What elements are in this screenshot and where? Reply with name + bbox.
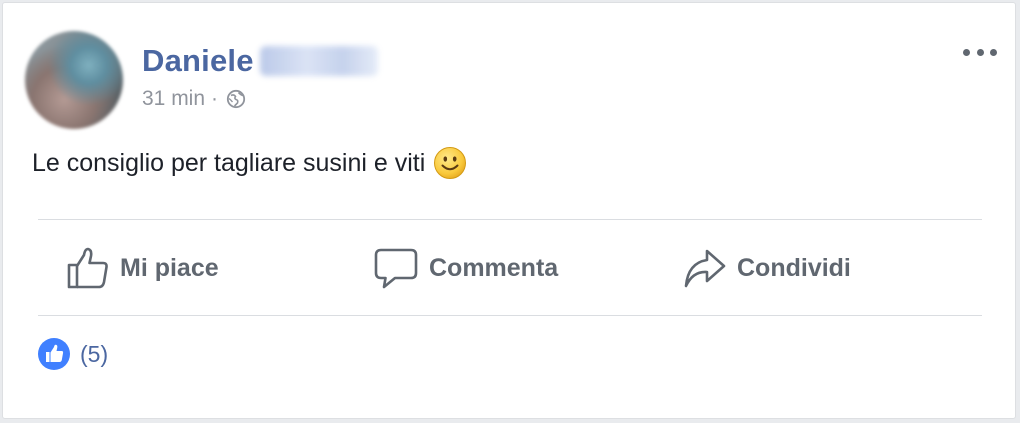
author-name-row[interactable]: Daniele [142, 41, 378, 81]
post-body: Le consiglio per tagliare susini e viti [32, 148, 426, 177]
thumbs-up-icon [67, 247, 108, 289]
post-text: Le consiglio per tagliare susini e viti [32, 146, 467, 180]
comment-label: Commenta [429, 253, 559, 282]
comment-bubble-icon [374, 248, 418, 289]
reactions-summary[interactable]: (5) [37, 337, 108, 371]
more-dot-icon [963, 48, 970, 56]
like-button[interactable]: Mi piace [66, 243, 219, 293]
post-timestamp[interactable]: 31 min [142, 87, 205, 111]
author-name[interactable]: Daniele [142, 43, 254, 79]
like-badge-icon [38, 338, 70, 370]
share-arrow-icon [684, 249, 726, 288]
more-options-button[interactable] [963, 41, 997, 63]
smile-emoji-icon [434, 147, 467, 179]
comment-button[interactable]: Commenta [373, 243, 558, 293]
share-label: Condividi [737, 253, 851, 282]
avatar[interactable] [25, 31, 123, 129]
divider-top [38, 219, 982, 220]
post-card: Daniele 31 min · Le consiglio per taglia… [2, 2, 1016, 419]
meta-separator: · [211, 87, 219, 110]
share-button[interactable]: Condividi [683, 243, 851, 293]
like-label: Mi piace [120, 253, 219, 282]
globe-icon[interactable] [226, 89, 246, 109]
action-bar: Mi piace Commenta Condividi [38, 223, 982, 318]
reaction-count: (5) [80, 340, 109, 367]
author-surname-redacted [259, 46, 378, 76]
more-dot-icon [990, 48, 997, 56]
divider-bottom [38, 315, 982, 316]
more-dot-icon [976, 48, 984, 56]
post-meta: 31 min · [142, 87, 246, 111]
